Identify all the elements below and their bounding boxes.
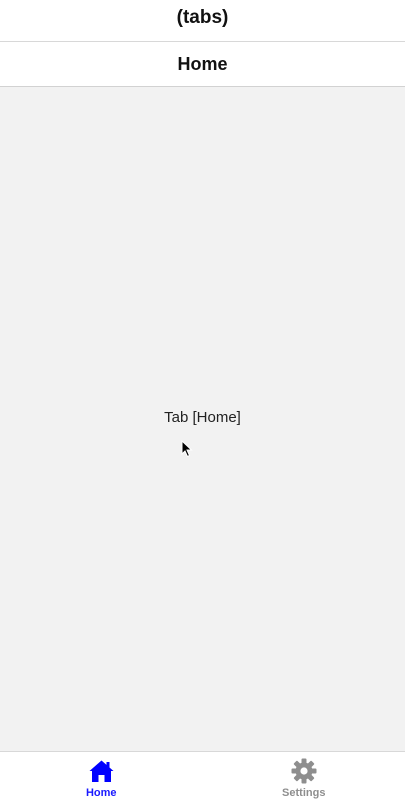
home-icon <box>87 758 115 784</box>
mouse-cursor-icon <box>181 440 193 458</box>
app-title: (tabs) <box>176 6 229 28</box>
tab-content: Tab [Home] <box>0 87 405 751</box>
tab-content-text: Tab [Home] <box>164 409 241 426</box>
tab-home-label: Home <box>85 787 117 799</box>
screen-title: Home <box>177 53 228 74</box>
tab-home[interactable]: Home <box>0 752 203 800</box>
bottom-tab-bar: Home Settings <box>0 751 405 800</box>
app-root: (tabs) Home Tab [Home] Home Settings <box>0 0 405 800</box>
screen-header: Home <box>0 42 405 87</box>
gear-icon <box>290 758 318 784</box>
app-header: (tabs) <box>0 0 405 42</box>
tab-settings[interactable]: Settings <box>203 752 405 800</box>
tab-settings-label: Settings <box>282 787 326 799</box>
